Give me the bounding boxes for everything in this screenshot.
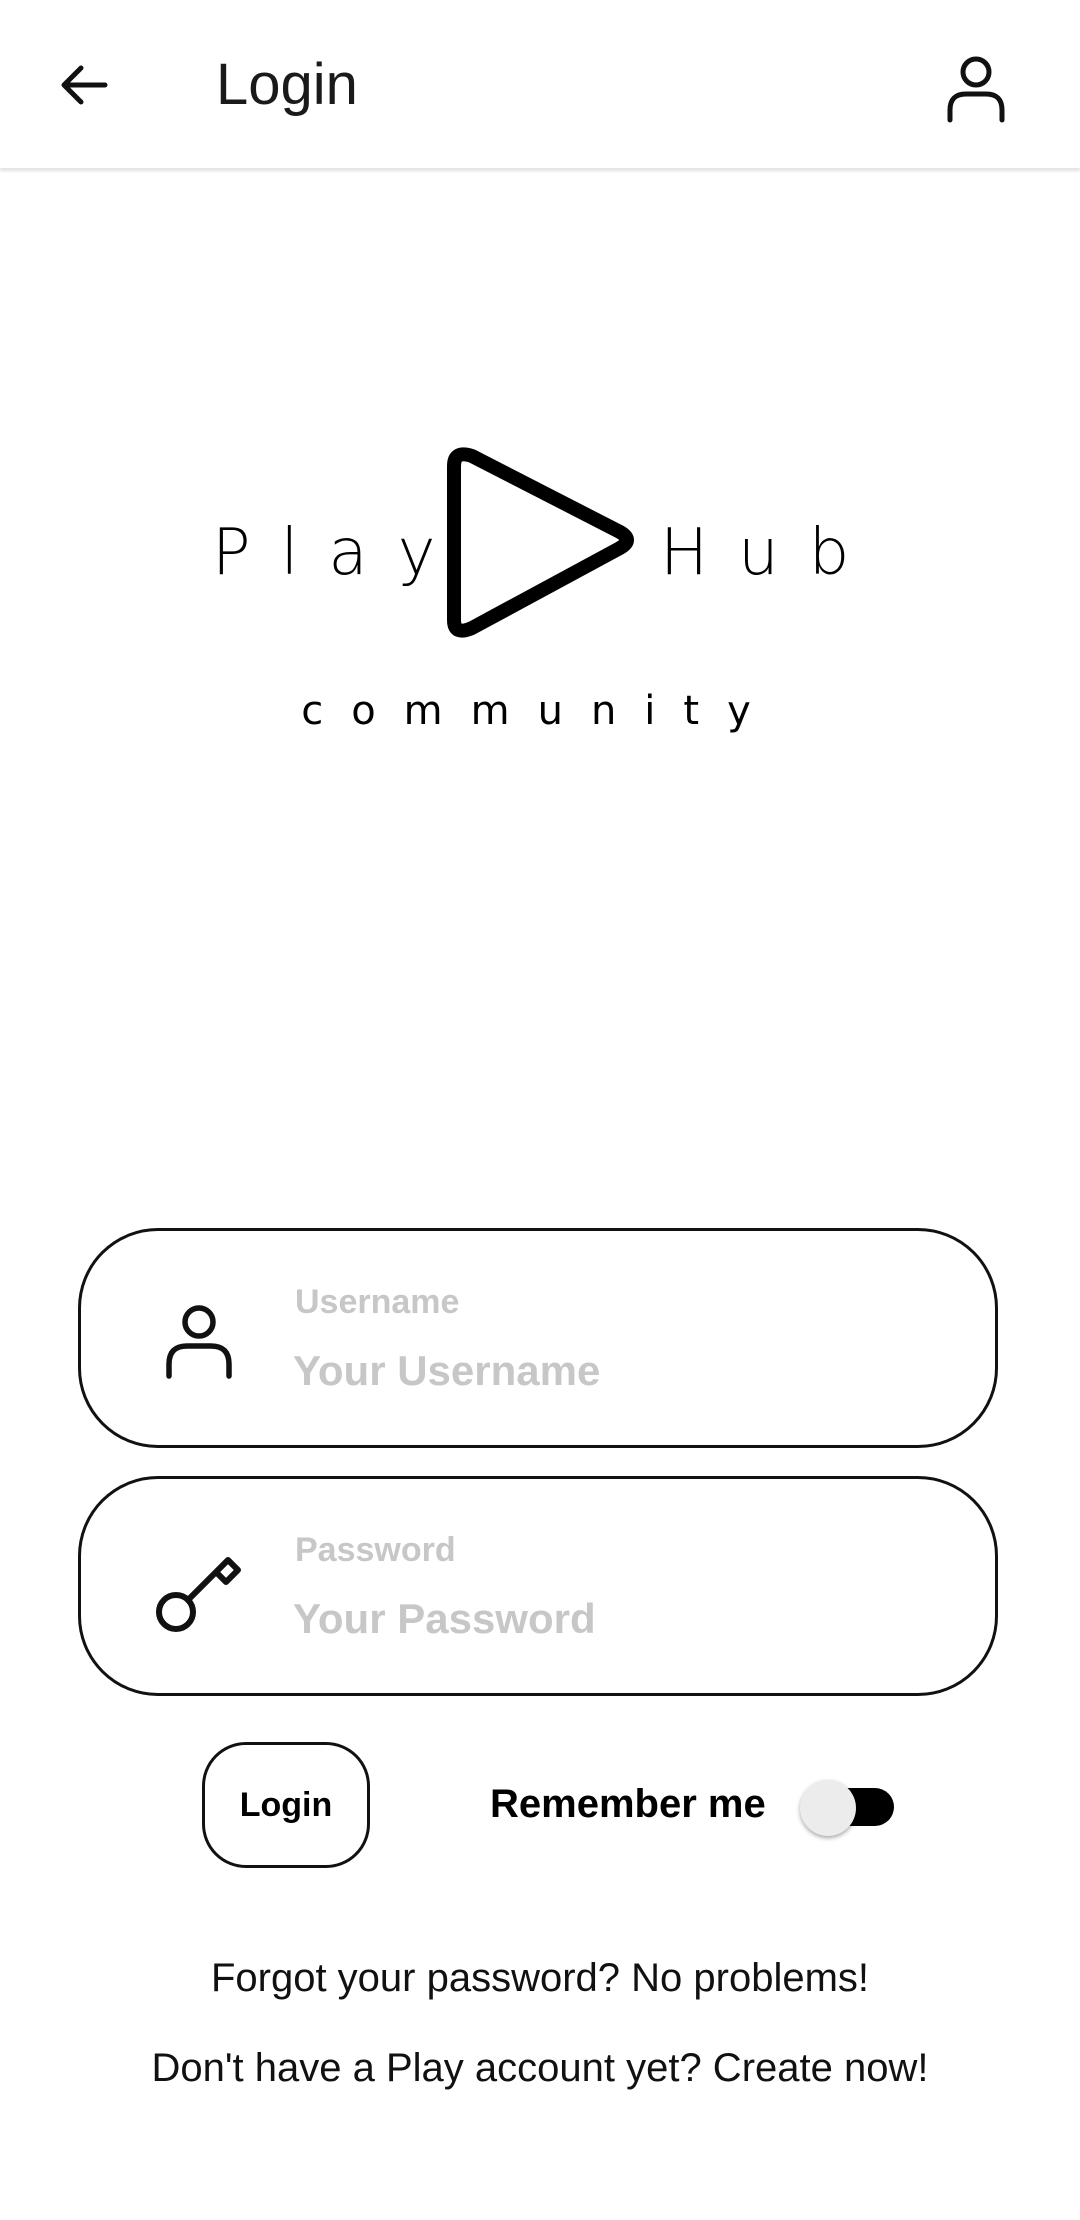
profile-button[interactable] bbox=[926, 40, 1026, 140]
toggle-thumb bbox=[800, 1780, 856, 1836]
remember-me-toggle[interactable] bbox=[800, 1780, 896, 1836]
login-screen: Login Play Hub community Username Your U… bbox=[0, 0, 1080, 2220]
arrow-left-icon bbox=[61, 65, 108, 105]
logo-subtitle: community bbox=[301, 688, 779, 734]
key-icon bbox=[156, 1557, 241, 1632]
create-account-link[interactable]: Don't have a Play account yet? Create no… bbox=[0, 2046, 1080, 2091]
login-button[interactable]: Login bbox=[202, 1742, 370, 1868]
password-field-icon bbox=[153, 1543, 245, 1635]
logo-word-hub: Hub bbox=[660, 516, 880, 590]
forgot-password-link[interactable]: Forgot your password? No problems! bbox=[0, 1956, 1080, 2001]
password-input[interactable] bbox=[293, 1589, 933, 1649]
password-label: Password bbox=[295, 1531, 456, 1569]
username-input[interactable] bbox=[293, 1341, 933, 1401]
username-label: Username bbox=[295, 1283, 460, 1321]
password-field[interactable]: Password bbox=[78, 1476, 998, 1696]
playhub-logo: Play Hub community bbox=[200, 430, 880, 750]
top-app-bar: Login bbox=[0, 0, 1080, 169]
page-title: Login bbox=[216, 52, 358, 117]
user-icon bbox=[947, 56, 1005, 123]
remember-me-label: Remember me bbox=[490, 1782, 766, 1826]
logo-word-play: Play bbox=[212, 516, 466, 590]
username-field-icon bbox=[153, 1295, 245, 1387]
user-icon bbox=[166, 1305, 232, 1379]
play-triangle-icon bbox=[447, 447, 634, 638]
back-button[interactable] bbox=[40, 40, 130, 130]
username-field[interactable]: Username bbox=[78, 1228, 998, 1448]
